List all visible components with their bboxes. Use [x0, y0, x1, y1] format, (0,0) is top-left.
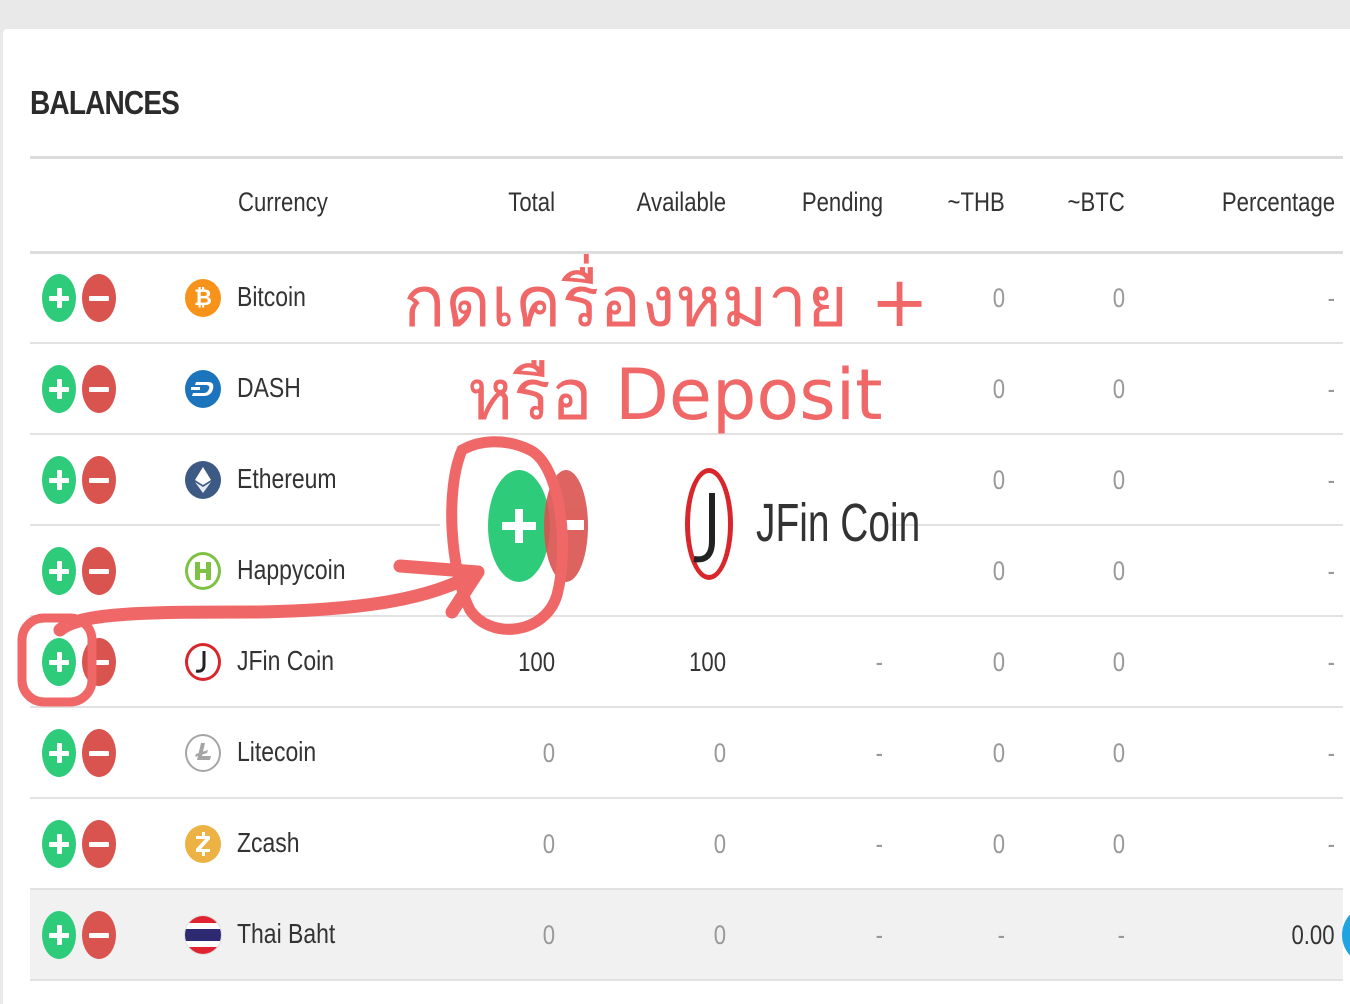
annotation-arrow — [17, 436, 569, 707]
